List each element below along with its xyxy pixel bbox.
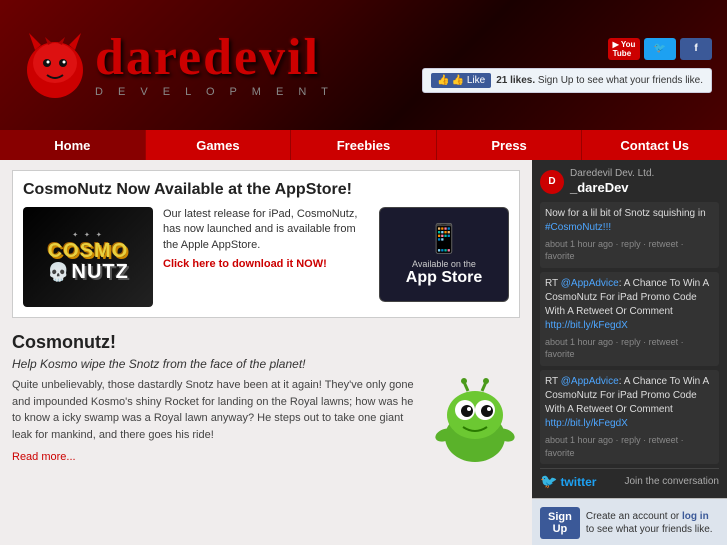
navigation: Home Games Freebies Press Contact Us [0,130,727,160]
fb-signup-button[interactable]: Sign Up [540,507,580,539]
twitter-logo: 🐦 twitter [540,473,596,490]
header: daredevil D E V E L O P M E N T ▶ YouTub… [0,0,727,130]
logo-subtitle: D E V E L O P M E N T [95,86,334,98]
twitter-button[interactable]: 🐦 [644,38,676,60]
tweet-1-retweet[interactable]: retweet [649,239,679,249]
featured-title: CosmoNutz Now Available at the AppStore! [23,181,509,199]
facebook-icon: f [694,43,697,54]
tweet-2-retweet[interactable]: retweet [649,337,679,347]
tweet-1-favorite[interactable]: favorite [545,251,575,261]
tweet-1-meta: about 1 hour ago · reply · retweet · fav… [545,238,714,263]
twitter-icon: 🐦 [654,43,666,54]
tweet-3: RT @AppAdvice: A Chance To Win A CosmoNu… [540,370,719,464]
tweet-3-favorite[interactable]: favorite [545,448,575,458]
twitter-bird-icon: 🐦 [540,473,557,490]
featured-inner: ✦ ✦ ✦ COSMO 💀 NUTZ Our latest release fo… [23,207,509,307]
twitter-handle-area: Daredevil Dev. Ltd. _dareDev [570,168,654,196]
appadvice-link-2[interactable]: @AppAdvice [561,376,619,387]
appstore-line2: App Store [406,269,482,287]
nav-home[interactable]: Home [0,130,146,160]
main-content: CosmoNutz Now Available at the AppStore!… [0,160,727,545]
article-text: Quite unbelievably, those dastardly Snot… [12,377,422,467]
logo-area: daredevil D E V E L O P M E N T [15,25,422,105]
appstore-line1: Available on the [412,259,476,269]
tweet-2: RT @AppAdvice: A Chance To Win A CosmoNu… [540,272,719,366]
article-subtitle: Help Kosmo wipe the Snotz from the face … [12,357,520,371]
article-body: Quite unbelievably, those dastardly Snot… [12,377,520,467]
appstore-badge[interactable]: 📱 Available on the App Store [379,207,509,302]
youtube-icon: ▶ YouTube [613,40,636,58]
tweet-3-meta: about 1 hour ago · reply · retweet · fav… [545,434,714,459]
tweet-2-meta: about 1 hour ago · reply · retweet · fav… [545,336,714,361]
thumbs-up-icon: 👍 [437,75,449,86]
twitter-widget: D Daredevil Dev. Ltd. _dareDev Now for a… [532,160,727,498]
download-link[interactable]: Click here to download it NOW! [163,258,327,270]
devil-mascot-icon [15,25,95,105]
featured-box: CosmoNutz Now Available at the AppStore!… [12,170,520,318]
twitter-brand: twitter [560,475,596,489]
tweet-1: Now for a lil bit of Snotz squishing in … [540,202,719,268]
twitter-header: D Daredevil Dev. Ltd. _dareDev [540,168,719,196]
tweet-1-reply[interactable]: reply [621,239,641,249]
twitter-footer: 🐦 twitter Join the conversation [540,468,719,490]
tweet-2-favorite[interactable]: favorite [545,349,575,359]
cosmonutz-hashtag[interactable]: #CosmoNutz!!! [545,222,611,233]
featured-game-image: ✦ ✦ ✦ COSMO 💀 NUTZ [23,207,153,307]
facebook-button[interactable]: f [680,38,712,60]
nutz-text: NUTZ [72,261,129,284]
tweet-3-link[interactable]: http://bit.ly/kFegdX [545,418,628,429]
logo-title: daredevil [95,32,334,84]
fb-like-description: 21 likes. Sign Up to see what your frien… [496,75,703,86]
article-section: Cosmonutz! Help Kosmo wipe the Snotz fro… [12,328,520,471]
header-right: ▶ YouTube 🐦 f 👍 👍 Like 21 likes. Sign Up… [422,38,712,93]
facebook-widget: Sign Up Create an account or log in to s… [532,498,727,545]
cosmo-text: COSMO [47,241,129,261]
tweet-3-retweet[interactable]: retweet [649,435,679,445]
twitter-account-name: Daredevil Dev. Ltd. [570,168,654,180]
nav-games[interactable]: Games [146,130,292,160]
nav-contact[interactable]: Contact Us [582,130,727,160]
tweet-2-link[interactable]: http://bit.ly/kFegdX [545,320,628,331]
tweet-3-reply[interactable]: reply [621,435,641,445]
twitter-avatar: D [540,170,564,194]
logo-text-area: daredevil D E V E L O P M E N T [95,32,334,98]
read-more-link[interactable]: Read more... [12,451,76,463]
fb-login-link[interactable]: log in [682,511,709,522]
article-title: Cosmonutz! [12,332,520,353]
tweet-2-text: RT @AppAdvice: A Chance To Win A CosmoNu… [545,277,714,333]
green-monster-icon [430,377,520,467]
cosmo-logo: ✦ ✦ ✦ COSMO 💀 NUTZ [47,231,129,284]
tweet-3-text: RT @AppAdvice: A Chance To Win A CosmoNu… [545,375,714,431]
featured-description: Our latest release for iPad, CosmoNutz, … [163,207,371,307]
fb-signup-row: Sign Up Create an account or log in to s… [540,507,719,539]
join-conversation-link[interactable]: Join the conversation [624,476,719,487]
featured-right: Our latest release for iPad, CosmoNutz, … [163,207,509,307]
tweet-1-text: Now for a lil bit of Snotz squishing in … [545,207,714,235]
nav-freebies[interactable]: Freebies [291,130,437,160]
nav-press[interactable]: Press [437,130,583,160]
phone-icon: 📱 [427,222,462,255]
youtube-button[interactable]: ▶ YouTube [608,38,640,60]
twitter-handle: _dareDev [570,180,654,196]
like-button[interactable]: 👍 👍 Like [431,73,491,88]
content-area: CosmoNutz Now Available at the AppStore!… [0,160,532,545]
fb-signup-description: Create an account or log in to see what … [586,510,719,536]
appadvice-link-1[interactable]: @AppAdvice [561,278,619,289]
social-icons: ▶ YouTube 🐦 f [608,38,712,60]
tweet-2-reply[interactable]: reply [621,337,641,347]
sidebar: D Daredevil Dev. Ltd. _dareDev Now for a… [532,160,727,545]
fb-like-box: 👍 👍 Like 21 likes. Sign Up to see what y… [422,68,712,93]
